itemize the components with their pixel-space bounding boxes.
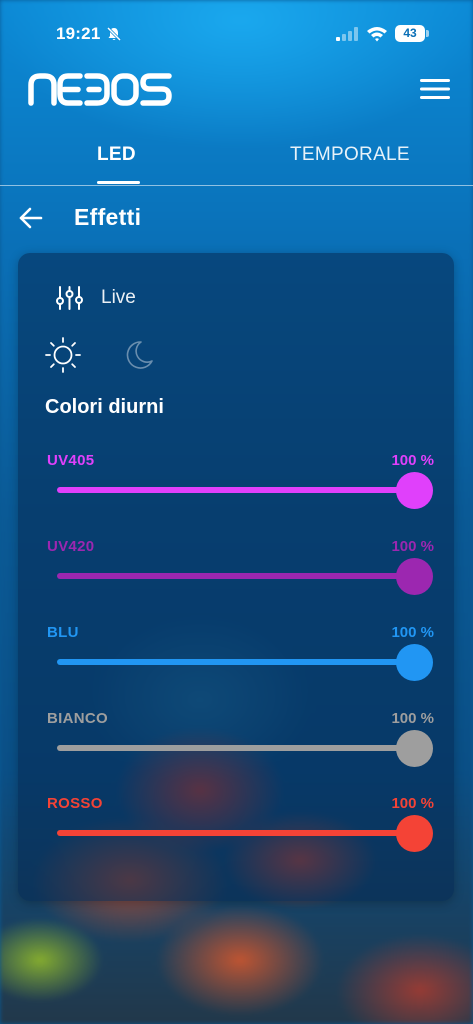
signal-icon [336, 27, 358, 41]
slider-track[interactable] [57, 573, 414, 579]
channel-label: BIANCO [47, 710, 108, 727]
sliders-icon[interactable] [56, 285, 83, 311]
tab-divider [0, 185, 473, 186]
slider-thumb[interactable] [395, 730, 433, 767]
bell-muted-icon [106, 26, 122, 42]
status-time: 19:21 [56, 24, 101, 43]
slider-thumb[interactable] [395, 815, 433, 852]
channel-value: 100 % [391, 452, 434, 469]
arrow-left-icon[interactable] [18, 206, 44, 230]
live-label[interactable]: Live [101, 287, 136, 309]
channel-value: 100 % [391, 795, 434, 812]
slider-thumb[interactable] [395, 558, 433, 595]
slider-thumb[interactable] [395, 644, 433, 681]
moon-icon[interactable] [121, 338, 155, 372]
channel-value: 100 % [391, 538, 434, 555]
page-title: Effetti [74, 204, 142, 230]
channel-label: UV420 [47, 538, 95, 555]
slider-track[interactable] [57, 830, 414, 836]
sun-icon[interactable] [44, 336, 82, 374]
hamburger-menu-icon[interactable] [420, 78, 450, 100]
tab-temporale[interactable]: TEMPORALE [290, 144, 410, 166]
tab-led[interactable]: LED [97, 144, 136, 166]
slider-track[interactable] [57, 745, 414, 751]
battery-level: 43 [395, 25, 425, 42]
nedos-logo [28, 73, 172, 106]
channel-label: BLU [47, 624, 79, 641]
channel-value: 100 % [391, 624, 434, 641]
wifi-icon [367, 27, 387, 42]
active-tab-indicator [97, 181, 140, 184]
battery-indicator: 43 [395, 25, 429, 42]
slider-thumb[interactable] [395, 472, 433, 509]
slider-track[interactable] [57, 487, 414, 493]
channel-value: 100 % [391, 710, 434, 727]
channel-label: ROSSO [47, 795, 103, 812]
section-title: Colori diurni [45, 396, 164, 418]
channel-label: UV405 [47, 452, 95, 469]
slider-track[interactable] [57, 659, 414, 665]
